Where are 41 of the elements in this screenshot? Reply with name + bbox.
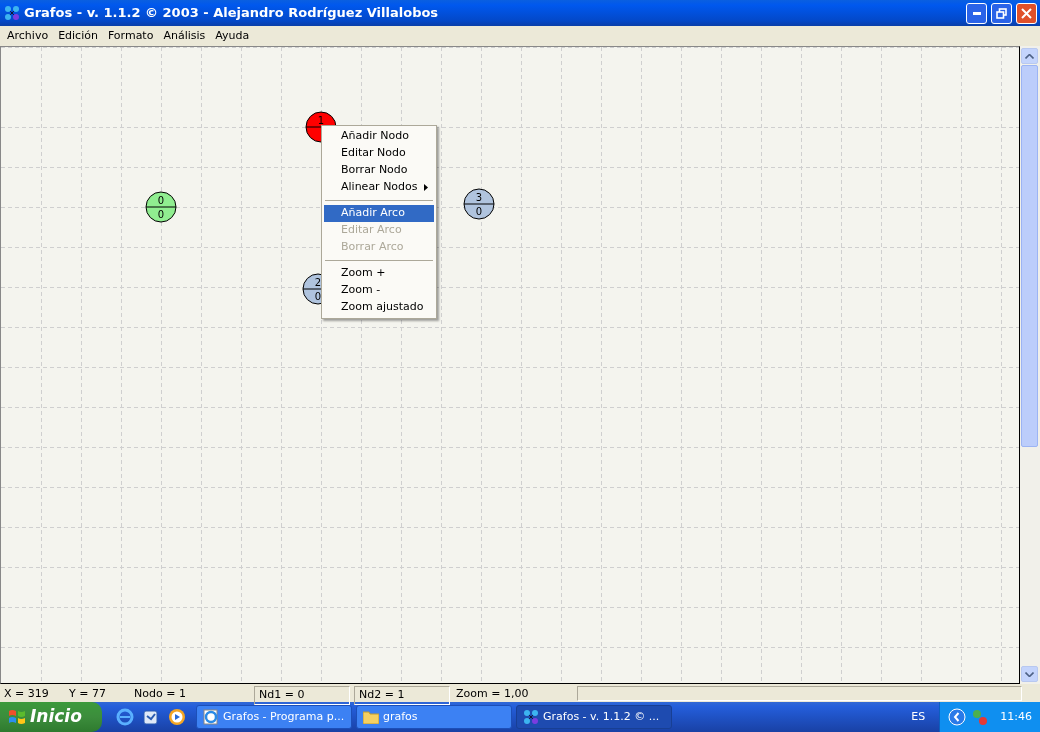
status-field: Nd2 = 1 <box>354 686 450 705</box>
taskbar-button[interactable]: grafos <box>356 705 512 729</box>
folder-icon <box>363 710 379 724</box>
scroll-thumb[interactable] <box>1021 65 1038 447</box>
browser-icon <box>203 709 219 725</box>
restore-icon <box>996 7 1007 19</box>
window-title: Grafos - v. 1.1.2 © 2003 - Alejandro Rodríguez Villalobos <box>24 4 439 23</box>
minimize-button[interactable] <box>966 2 987 24</box>
menu-item[interactable]: Alinear Nodos <box>324 179 434 196</box>
menu-item[interactable]: Formato <box>102 27 159 45</box>
graph-node[interactable]: 0 0 <box>145 191 177 223</box>
status-field: X = 319 <box>2 686 63 703</box>
taskbar-button[interactable]: Grafos - Programa p... <box>196 705 352 729</box>
browser-icon[interactable] <box>116 708 134 726</box>
close-button[interactable] <box>1016 2 1037 24</box>
chevron-icon[interactable] <box>948 708 967 726</box>
menu-item[interactable]: Borrar Nodo <box>324 162 434 179</box>
menu-item[interactable]: Añadir Arco <box>324 205 434 222</box>
vertical-scrollbar[interactable] <box>1020 46 1040 684</box>
app-icon <box>4 5 20 21</box>
status-field: Nodo = 1 <box>132 686 250 703</box>
close-icon <box>1021 7 1032 19</box>
scroll-up-button[interactable] <box>1021 48 1038 64</box>
scroll-down-button[interactable] <box>1021 666 1038 682</box>
language-indicator[interactable]: ES <box>911 708 926 726</box>
app-icon <box>523 709 539 725</box>
menu-item[interactable]: Editar Nodo <box>324 145 434 162</box>
start-button[interactable]: Inicio <box>0 702 102 732</box>
media-player-icon[interactable] <box>168 708 186 726</box>
menu-item[interactable]: Archivo <box>2 27 54 45</box>
menu-item[interactable]: Edición <box>53 27 103 45</box>
windows-logo-icon <box>8 708 26 726</box>
status-field: Zoom = 1,00 <box>454 686 573 703</box>
taskbar-button[interactable]: Grafos - v. 1.1.2 © ... <box>516 705 672 729</box>
graph-node[interactable]: 3 0 <box>463 188 495 220</box>
status-field: Nd1 = 0 <box>254 686 350 705</box>
minimize-icon <box>972 11 981 15</box>
status-field: Y = 77 <box>67 686 128 703</box>
menu-item[interactable]: Ayuda <box>210 27 255 45</box>
restore-button[interactable] <box>991 2 1012 24</box>
menu-item[interactable]: Análisis <box>158 27 211 45</box>
